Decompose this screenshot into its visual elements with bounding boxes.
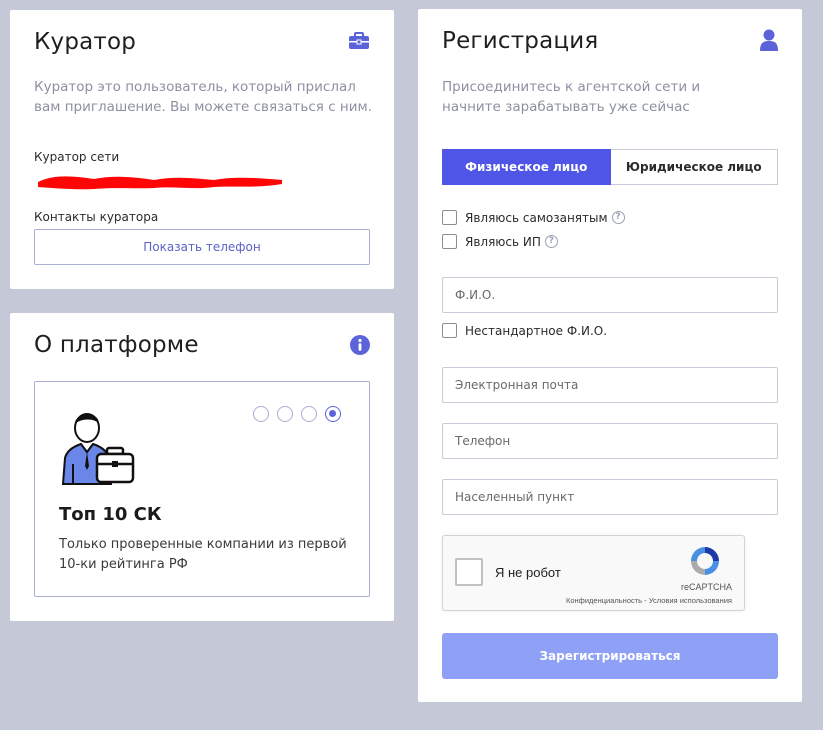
person-type-toggle: Физическое лицо Юридическое лицо xyxy=(442,149,778,185)
self-employed-checkbox[interactable] xyxy=(442,210,457,225)
curator-contacts-label: Контакты куратора xyxy=(34,210,159,224)
slide-dot-4[interactable] xyxy=(325,406,341,422)
slide-pagination xyxy=(253,406,341,422)
slide-title: Топ 10 СК xyxy=(59,504,162,525)
registration-title: Регистрация xyxy=(442,28,599,54)
curator-title: Куратор xyxy=(34,29,137,55)
platform-slide: Топ 10 СК Только проверенные компании из… xyxy=(34,381,370,597)
curator-description: Куратор это пользователь, который присла… xyxy=(34,79,372,115)
nonstandard-fio-label: Нестандартное Ф.И.О. xyxy=(465,323,608,338)
email-input[interactable] xyxy=(442,367,778,403)
help-icon[interactable]: ? xyxy=(611,211,625,224)
show-phone-button[interactable]: Показать телефон xyxy=(34,229,370,265)
ip-label: Являюсь ИП xyxy=(465,234,541,249)
recaptcha-links[interactable]: Конфиденциальность - Условия использован… xyxy=(566,596,732,605)
person-with-briefcase-icon xyxy=(59,404,139,492)
nonstandard-fio-row: Нестандартное Ф.И.О. xyxy=(442,323,607,338)
user-icon xyxy=(760,29,778,55)
register-button[interactable]: Зарегистрироваться xyxy=(442,633,778,679)
info-icon xyxy=(350,335,370,359)
recaptcha-logo-icon xyxy=(688,544,722,582)
tab-individual[interactable]: Физическое лицо xyxy=(442,149,611,185)
slide-text: Только проверенные компании из первой 10… xyxy=(59,537,347,572)
slide-dot-3[interactable] xyxy=(301,406,317,422)
curator-network-label: Куратор сети xyxy=(34,150,120,164)
briefcase-icon xyxy=(348,32,370,54)
registration-card: Регистрация Присоединитесь к агентской с… xyxy=(418,9,802,702)
ip-checkbox[interactable] xyxy=(442,234,457,249)
tab-legal-entity[interactable]: Юридическое лицо xyxy=(610,149,778,185)
fio-input[interactable] xyxy=(442,277,778,313)
redacted-curator-name xyxy=(34,170,285,192)
recaptcha-brand: reCAPTCHA xyxy=(680,582,732,592)
platform-card: О платформе Топ 10 СК Только проверенные… xyxy=(10,313,394,621)
phone-input[interactable] xyxy=(442,423,778,459)
slide-dot-1[interactable] xyxy=(253,406,269,422)
city-input[interactable] xyxy=(442,479,778,515)
curator-card: Куратор Куратор это пользователь, которы… xyxy=(10,10,394,289)
help-icon[interactable]: ? xyxy=(544,235,558,248)
self-employed-row: Являюсь самозанятым ? xyxy=(442,210,625,225)
platform-title: О платформе xyxy=(34,332,199,358)
recaptcha-widget: Я не робот reCAPTCHA Конфиденциальность … xyxy=(442,535,745,611)
self-employed-label: Являюсь самозанятым xyxy=(465,210,608,225)
recaptcha-checkbox[interactable] xyxy=(455,558,483,586)
ip-row: Являюсь ИП ? xyxy=(442,234,558,249)
nonstandard-fio-checkbox[interactable] xyxy=(442,323,457,338)
slide-dot-2[interactable] xyxy=(277,406,293,422)
registration-description: Присоединитесь к агентской сети и начнит… xyxy=(442,79,701,115)
recaptcha-label: Я не робот xyxy=(495,565,561,580)
